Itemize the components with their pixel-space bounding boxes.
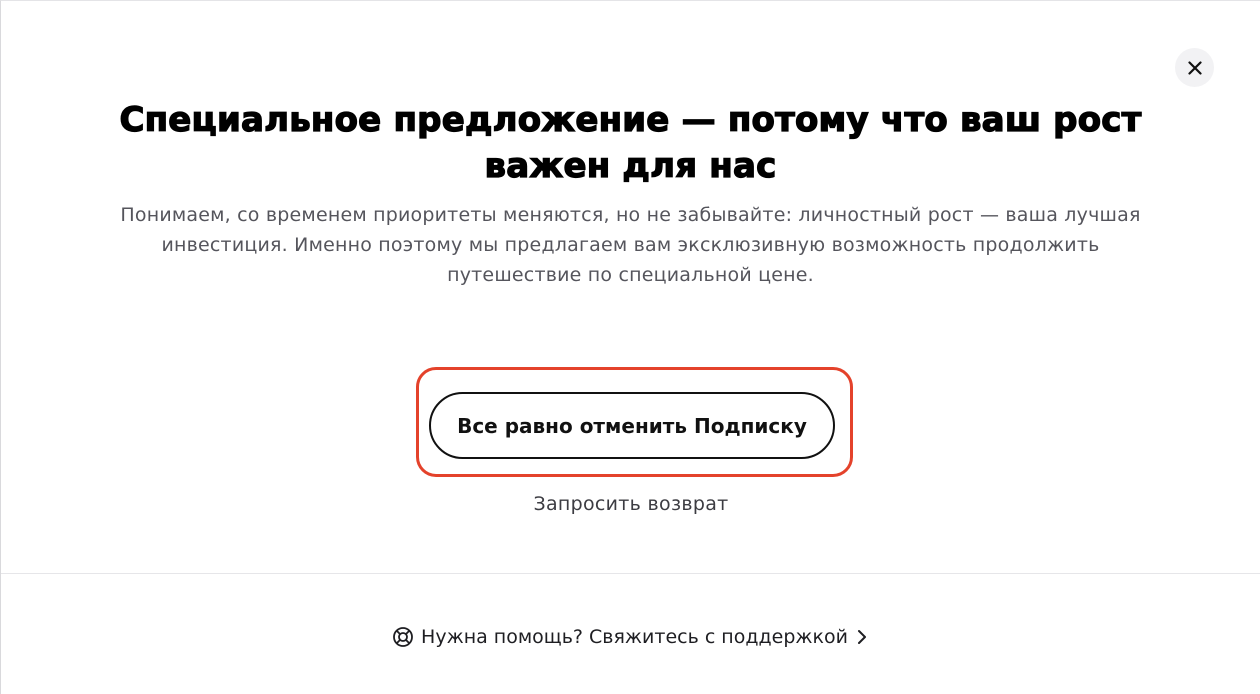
dialog-title: Специальное предложение — потому что ваш… [119, 99, 1142, 186]
lifebuoy-icon [392, 626, 414, 648]
support-link-label: Нужна помощь? Свяжитесь с поддержкой [421, 626, 848, 648]
cancel-subscription-dialog: Специальное предложение — потому что ваш… [0, 0, 1260, 694]
chevron-right-icon [855, 629, 869, 645]
footer-divider [1, 573, 1260, 574]
dialog-subtitle: Понимаем, со временем приоритеты меняютс… [120, 204, 1141, 286]
close-button[interactable] [1175, 48, 1214, 87]
close-icon [1187, 60, 1202, 75]
request-refund-link[interactable]: Запросить возврат [431, 490, 831, 518]
contact-support-link[interactable]: Нужна помощь? Свяжитесь с поддержкой [1, 623, 1260, 651]
cancel-subscription-button[interactable]: Все равно отменить Подписку [429, 392, 835, 459]
